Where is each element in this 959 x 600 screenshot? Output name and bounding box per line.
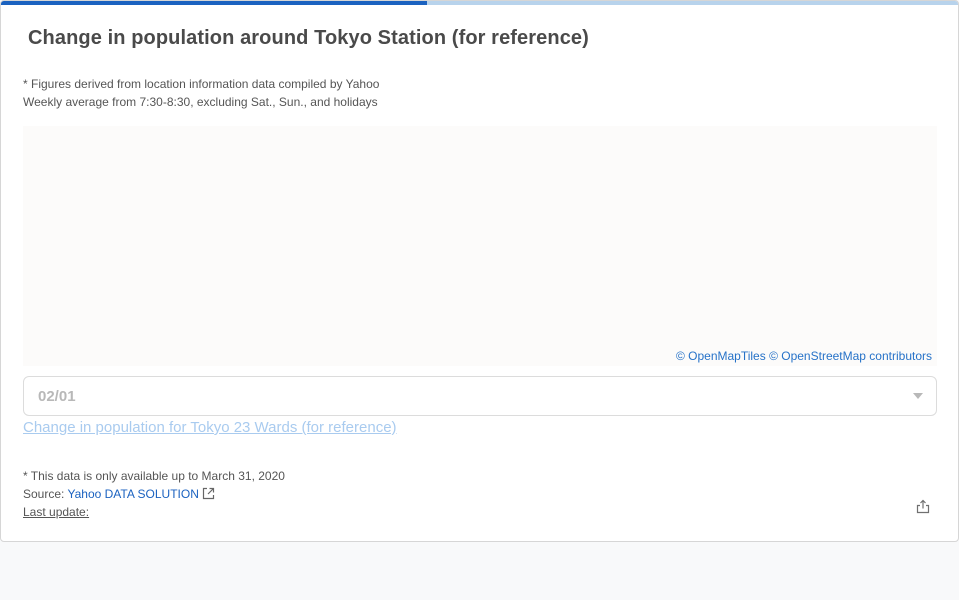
tokyo-23-wards-link[interactable]: Change in population for Tokyo 23 Wards … [23,419,397,436]
card-notes: * Figures derived from location informat… [23,75,379,111]
loading-progress-bar [1,1,958,5]
note-data-source: * Figures derived from location informat… [23,77,380,91]
last-update: Last update: [23,505,90,519]
card-footer: * This data is only available up to Marc… [23,467,285,521]
date-select-value: 02/01 [38,388,76,405]
source-label: Source: [23,487,65,501]
chevron-down-icon [913,393,923,399]
availability-note: * This data is only available up to Marc… [23,469,285,483]
card-title: Change in population around Tokyo Statio… [28,27,589,49]
source-line: Source: Yahoo DATA SOLUTION [23,485,285,503]
source-link-text: Yahoo DATA SOLUTION [67,487,199,501]
external-link-icon [202,487,214,500]
openstreetmap-link[interactable]: © OpenStreetMap contributors [769,349,932,363]
yahoo-data-solution-link[interactable]: Yahoo DATA SOLUTION [67,487,214,501]
map-attribution: © OpenMapTiles © OpenStreetMap contribut… [676,349,932,363]
population-map[interactable]: © OpenMapTiles © OpenStreetMap contribut… [23,126,937,366]
share-icon[interactable] [915,499,931,515]
note-time-range: Weekly average from 7:30-8:30, excluding… [23,95,378,109]
population-card: Change in population around Tokyo Statio… [0,0,959,542]
date-select[interactable]: 02/01 [23,376,937,416]
loading-progress-fill [1,1,427,5]
openmaptiles-link[interactable]: © OpenMapTiles [676,349,766,363]
